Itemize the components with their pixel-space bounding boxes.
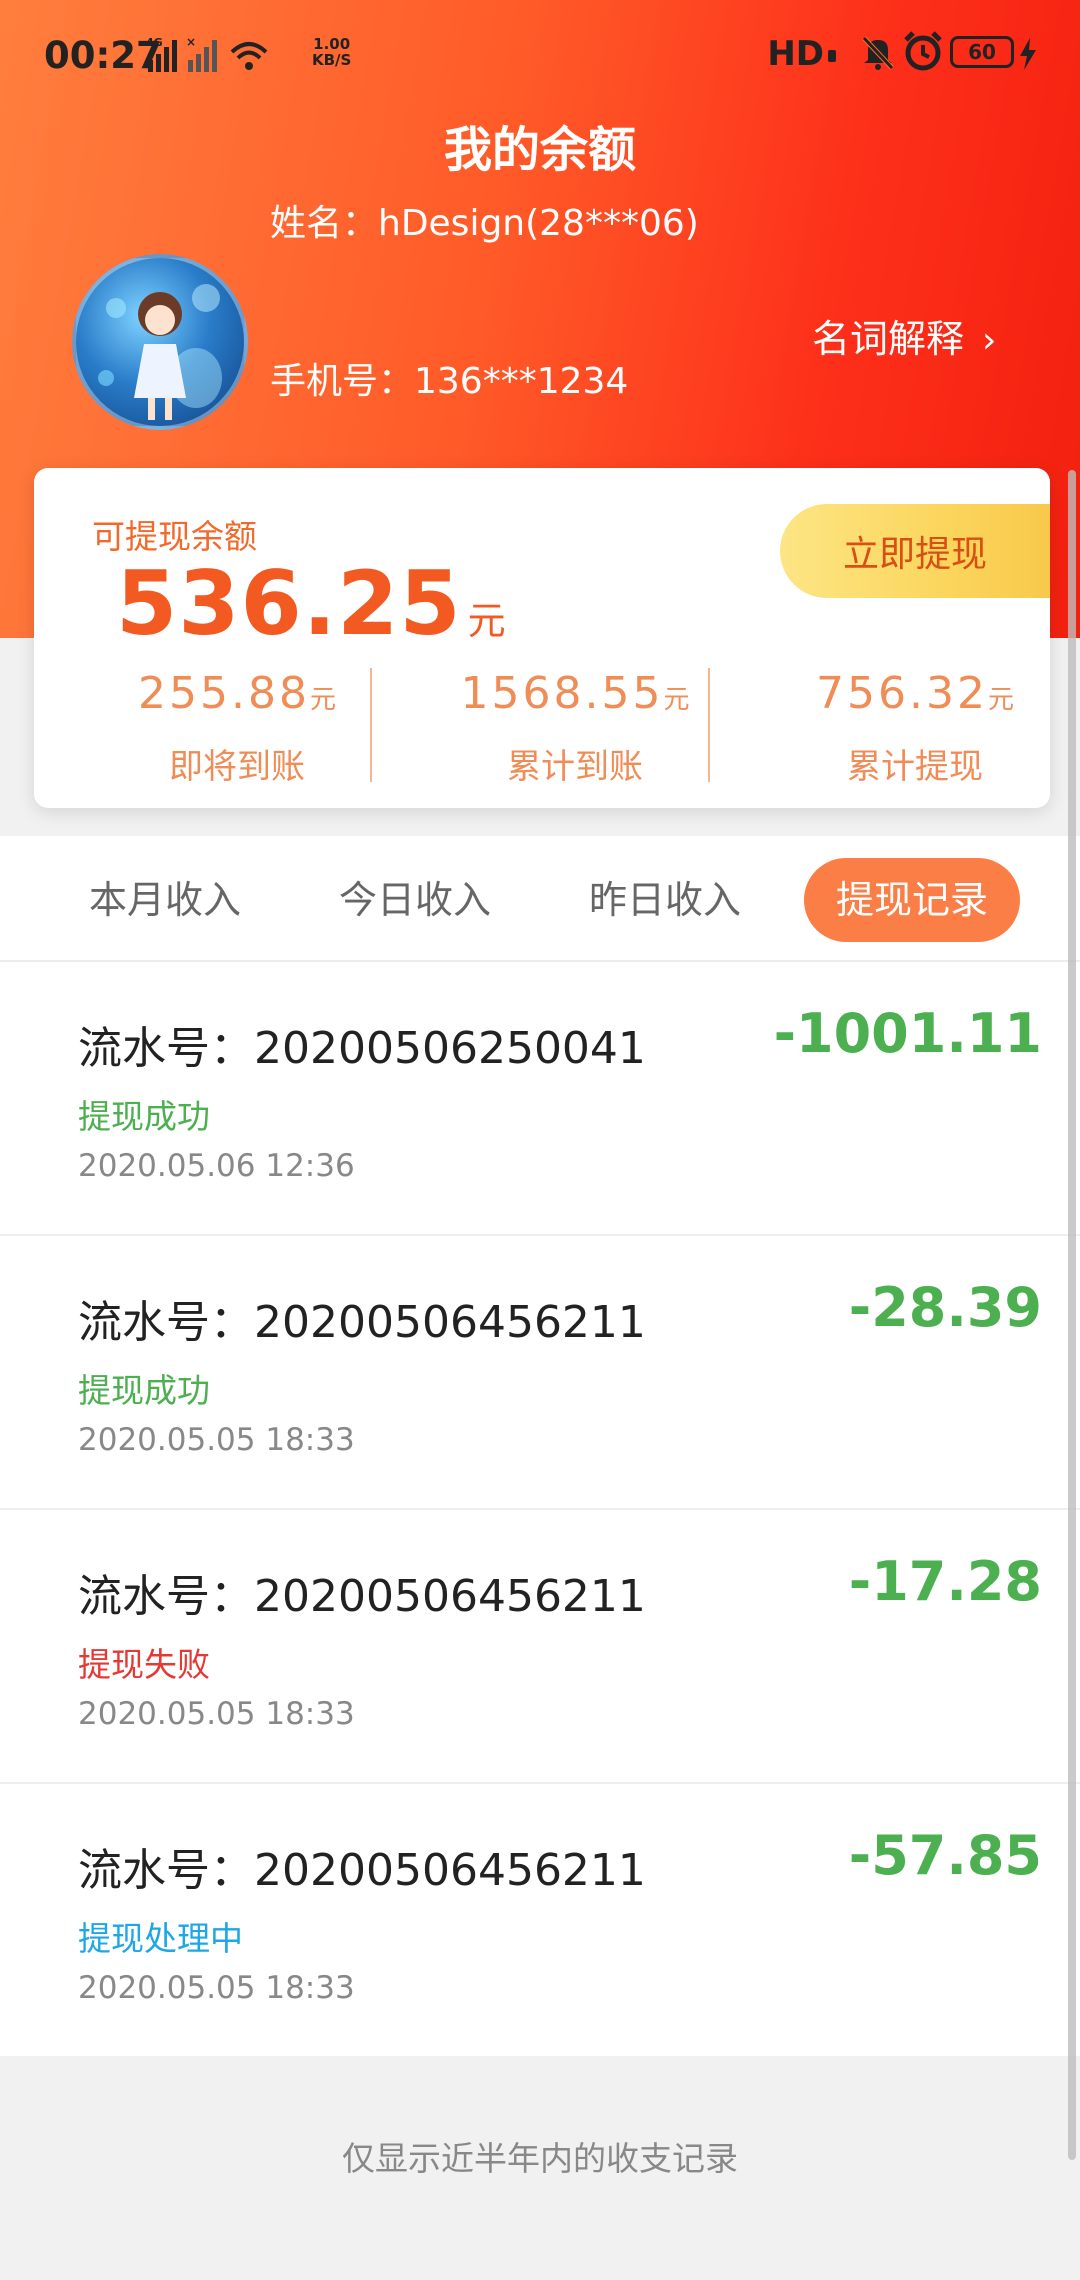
profile-phone: 手机号：136***1234 <box>270 361 629 402</box>
list-item[interactable]: 流水号：20200506456211 提现成功 2020.05.05 18:33… <box>0 1236 1080 1510</box>
record-serial: 流水号：20200506456211 <box>78 1297 646 1348</box>
glossary-link[interactable]: 名词解释 › <box>812 308 996 363</box>
balance-card: 可提现余额 536.25 元 立即提现 255.88元 即将到账 1568.55元… <box>34 468 1050 808</box>
footer-note: 仅显示近半年内的收支记录 <box>342 2139 738 2178</box>
record-amount: -17.28 <box>848 1550 1042 1613</box>
stat-label: 累计到账 <box>507 747 643 787</box>
stat-label: 累计提现 <box>847 747 983 787</box>
stat-value: 756.32 <box>816 668 988 719</box>
record-time: 2020.05.05 18:33 <box>78 1696 355 1732</box>
record-status: 提现处理中 <box>78 1919 243 1958</box>
avatar-illustration <box>98 284 222 420</box>
chevron-right-icon: › <box>982 320 997 361</box>
stat-value: 1568.55 <box>460 668 664 719</box>
record-status: 提现成功 <box>78 1097 210 1136</box>
glossary-label: 名词解释 <box>812 317 965 361</box>
list-item[interactable]: 流水号：20200506456211 提现处理中 2020.05.05 18:3… <box>0 1784 1080 2056</box>
tab-yesterday-income[interactable]: 昨日收入 <box>560 858 770 942</box>
record-time: 2020.05.05 18:33 <box>78 1970 355 2006</box>
charging-icon <box>1020 38 1036 70</box>
withdraw-record-list: 流水号：20200506250041 提现成功 2020.05.06 12:36… <box>0 962 1080 2056</box>
network-speed-unit: KB/S <box>312 51 352 69</box>
stat-total-received: 1568.55元 累计到账 <box>406 668 744 788</box>
hd-voice-icon <box>828 50 836 62</box>
record-amount: -1001.11 <box>773 1002 1042 1065</box>
record-amount: -28.39 <box>848 1276 1042 1339</box>
profile-name: 姓名：hDesign(28***06) <box>270 203 699 244</box>
status-bar: 00:27 4G × 1.00 KB/S HD 60 <box>0 0 1080 108</box>
page-title: 我的余额 <box>443 122 636 178</box>
battery-icon: 60 <box>950 36 1014 68</box>
alarm-icon <box>904 31 942 71</box>
stat-unit: 元 <box>309 685 336 715</box>
balance-value: 536.25 <box>116 552 462 655</box>
network-speed: 1.00 <box>313 35 351 53</box>
list-item[interactable]: 流水号：20200506250041 提现成功 2020.05.06 12:36… <box>0 962 1080 1236</box>
record-serial: 流水号：20200506456211 <box>78 1571 646 1622</box>
record-status: 提现成功 <box>78 1371 210 1410</box>
stat-value: 255.88 <box>138 668 310 719</box>
balance-unit: 元 <box>467 599 507 643</box>
hd-indicator: HD <box>767 34 824 74</box>
tab-withdraw-records[interactable]: 提现记录 <box>804 858 1020 942</box>
record-amount: -57.85 <box>848 1824 1042 1887</box>
record-serial: 流水号：20200506456211 <box>78 1845 646 1896</box>
record-serial: 流水号：20200506250041 <box>78 1023 646 1074</box>
record-time: 2020.05.05 18:33 <box>78 1422 355 1458</box>
scrollbar[interactable] <box>1068 470 1076 2160</box>
stat-label: 即将到账 <box>169 747 305 787</box>
status-time: 00:27 <box>44 34 162 77</box>
svg-text:4G: 4G <box>146 36 163 49</box>
stat-pending: 255.88元 即将到账 <box>68 668 406 788</box>
stat-unit: 元 <box>663 685 690 715</box>
list-item[interactable]: 流水号：20200506456211 提现失败 2020.05.05 18:33… <box>0 1510 1080 1784</box>
stat-divider <box>370 668 372 782</box>
stat-unit: 元 <box>987 685 1014 715</box>
avatar <box>72 254 248 430</box>
income-tabs: 本月收入 今日收入 昨日收入 提现记录 <box>0 836 1080 962</box>
battery-level: 60 <box>968 40 996 64</box>
stat-total-withdrawn: 756.32元 累计提现 <box>746 668 1080 788</box>
tab-month-income[interactable]: 本月收入 <box>60 858 270 942</box>
record-status: 提现失败 <box>78 1645 210 1684</box>
withdraw-now-button[interactable]: 立即提现 <box>780 504 1050 598</box>
withdrawable-balance-amount: 536.25 元 <box>116 552 507 655</box>
stat-divider <box>708 668 710 782</box>
mute-bell-icon <box>862 36 894 70</box>
record-time: 2020.05.06 12:36 <box>78 1148 355 1184</box>
tab-today-income[interactable]: 今日收入 <box>310 858 520 942</box>
svg-text:×: × <box>186 35 196 49</box>
withdrawable-balance-label: 可提现余额 <box>92 517 257 556</box>
